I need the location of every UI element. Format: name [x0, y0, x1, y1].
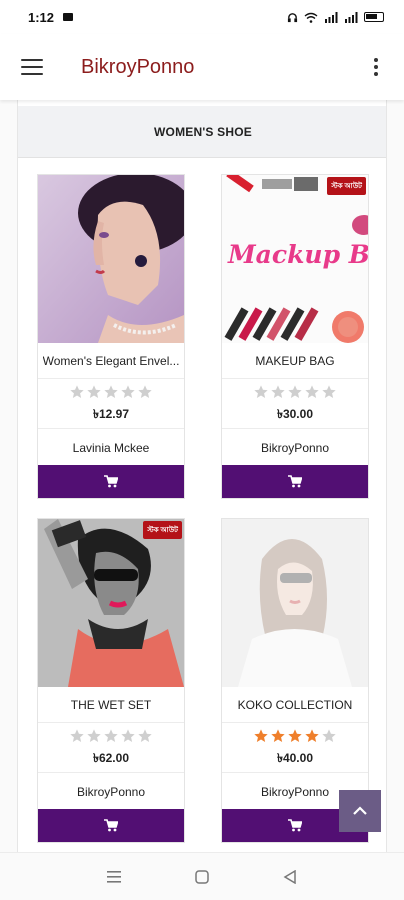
star-icon: [121, 385, 135, 398]
chevron-up-icon: [353, 806, 367, 815]
product-title[interactable]: THE WET SET: [38, 687, 184, 723]
rating-stars: [38, 724, 184, 748]
star-icon: [87, 385, 101, 398]
rating-stars: [38, 380, 184, 404]
wifi-icon: [304, 12, 318, 23]
product-price: ৳12.97: [38, 404, 184, 429]
add-to-cart-button[interactable]: [38, 465, 184, 498]
star-icon: [271, 385, 285, 398]
star-icon: [254, 385, 268, 398]
star-icon: [288, 729, 302, 742]
app-title: BikroyPonno: [81, 55, 195, 78]
product-image[interactable]: স্টক আউট: [38, 519, 184, 687]
star-icon: [70, 385, 84, 398]
add-to-cart-button[interactable]: [38, 809, 184, 842]
stock-out-badge: স্টক আউট: [143, 521, 182, 539]
product-section: WOMEN'S SHOE Women's Elegant Envel... ৳1…: [17, 100, 387, 860]
product-image[interactable]: Mackup Box স্টক আউট: [222, 175, 368, 343]
stock-out-badge: স্টক আউট: [327, 177, 366, 195]
product-price: ৳30.00: [222, 404, 368, 429]
star-icon: [138, 385, 152, 398]
product-price: ৳62.00: [38, 748, 184, 773]
seller-name[interactable]: Lavinia Mckee: [38, 430, 184, 465]
star-icon: [254, 729, 268, 742]
product-price: ৳40.00: [222, 748, 368, 773]
product-card[interactable]: Women's Elegant Envel... ৳12.97 Lavinia …: [37, 174, 185, 499]
seller-name[interactable]: BikroyPonno: [222, 430, 368, 465]
star-icon: [104, 729, 118, 742]
back-button[interactable]: [270, 857, 310, 897]
rating-stars: [222, 380, 368, 404]
back-icon: [283, 869, 296, 884]
section-title: WOMEN'S SHOE: [18, 106, 386, 158]
add-to-cart-button[interactable]: [222, 465, 368, 498]
cart-icon: [288, 475, 302, 488]
cart-icon: [104, 475, 118, 488]
product-image[interactable]: [38, 175, 184, 343]
recent-apps-icon: [107, 870, 121, 883]
star-icon: [271, 729, 285, 742]
image-caption: Mackup Box: [227, 240, 368, 269]
status-icons: [287, 11, 384, 23]
home-button[interactable]: [182, 857, 222, 897]
star-icon: [70, 729, 84, 742]
product-card[interactable]: স্টক আউট THE WET SET ৳62.00 BikroyPonno: [37, 518, 185, 843]
star-icon: [305, 729, 319, 742]
hamburger-icon: [21, 59, 43, 75]
rating-stars: [222, 724, 368, 748]
seller-name[interactable]: BikroyPonno: [38, 774, 184, 809]
headset-icon: [287, 12, 298, 22]
app-bar: BikroyPonno: [0, 34, 404, 100]
home-icon: [195, 869, 209, 884]
star-icon: [322, 385, 336, 398]
signal-icon: [325, 11, 338, 23]
product-title[interactable]: MAKEUP BAG: [222, 343, 368, 379]
star-icon: [288, 385, 302, 398]
menu-button[interactable]: [0, 34, 64, 100]
star-icon: [322, 729, 336, 742]
star-icon: [305, 385, 319, 398]
notification-icon: [63, 13, 74, 21]
product-title[interactable]: KOKO COLLECTION: [222, 687, 368, 723]
star-icon: [138, 729, 152, 742]
cart-icon: [288, 819, 302, 832]
star-icon: [121, 729, 135, 742]
product-card[interactable]: Mackup Box স্টক আউট MAKEUP BAG ৳30.00 Bi…: [221, 174, 369, 499]
signal-icon-2: [345, 11, 358, 23]
product-title[interactable]: Women's Elegant Envel...: [38, 343, 184, 379]
status-bar: 1:12: [0, 0, 404, 34]
status-time: 1:12: [28, 9, 55, 25]
star-icon: [87, 729, 101, 742]
more-vert-icon[interactable]: [348, 34, 404, 100]
product-image[interactable]: [222, 519, 368, 687]
scroll-to-top-button[interactable]: [339, 790, 381, 832]
cart-icon: [104, 819, 118, 832]
recent-apps-button[interactable]: [94, 857, 134, 897]
battery-icon: [364, 12, 384, 22]
star-icon: [104, 385, 118, 398]
system-nav-bar: [0, 852, 404, 900]
